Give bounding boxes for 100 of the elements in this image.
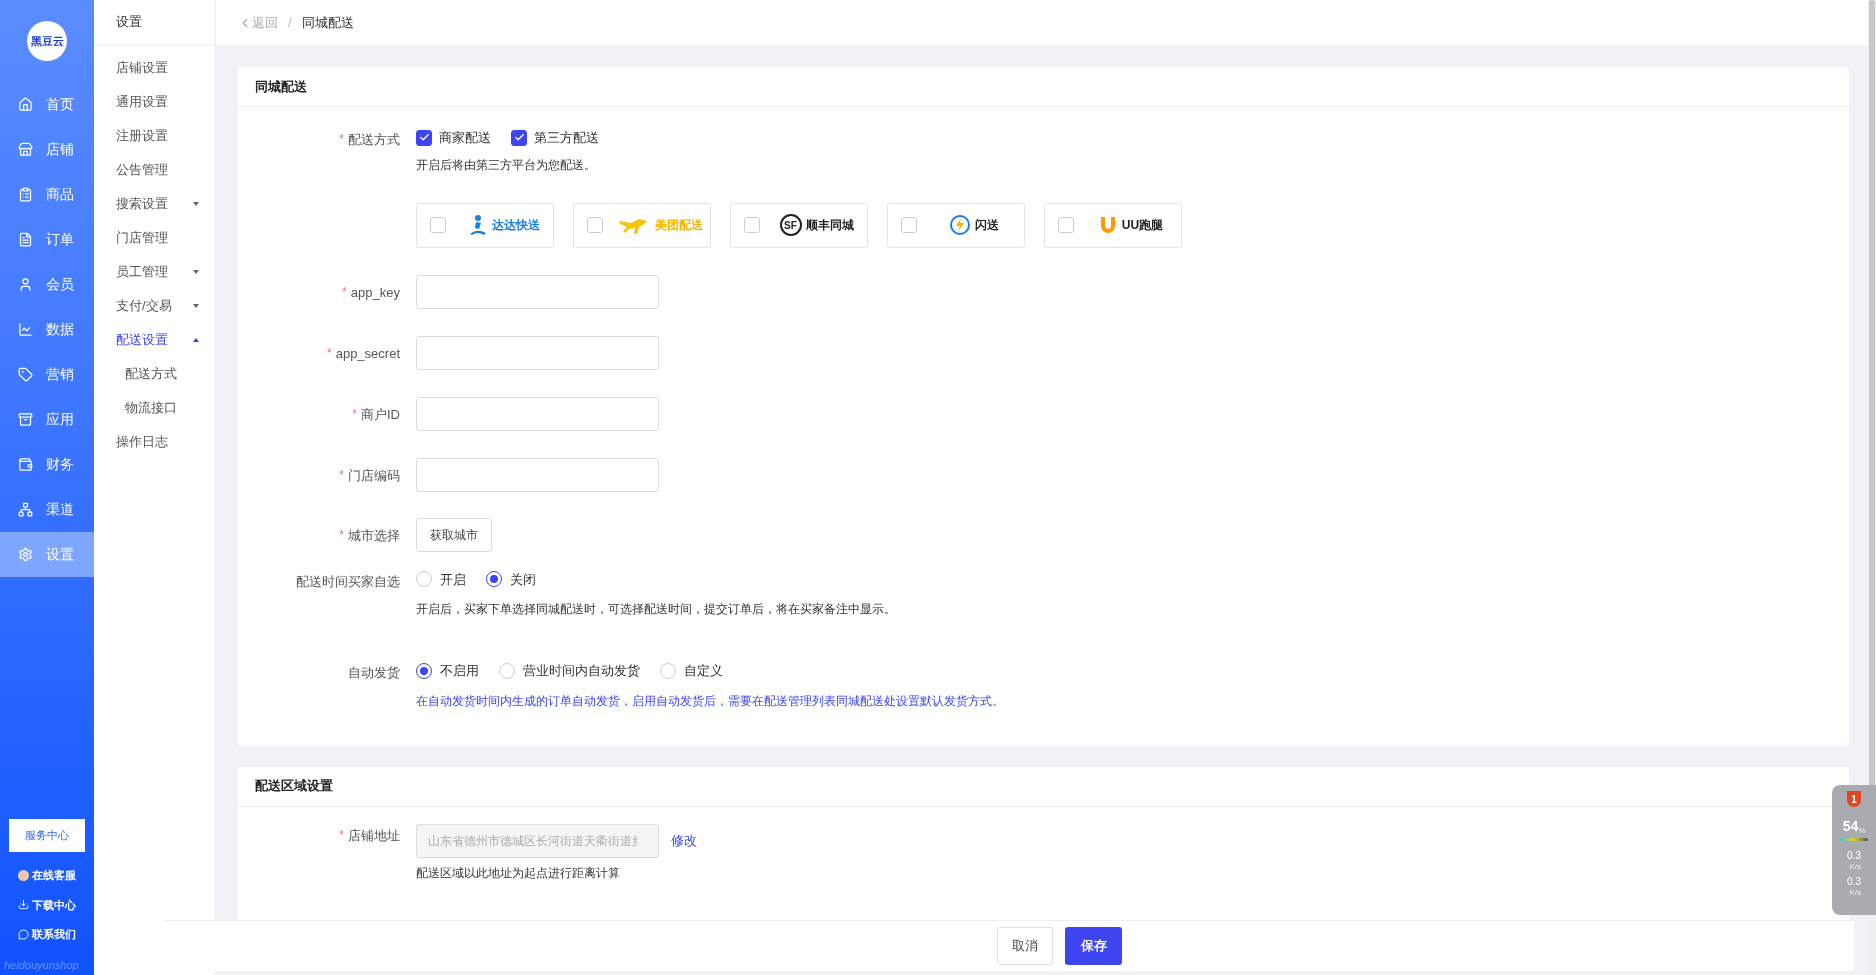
submenu-item[interactable]: 配送方式 [94, 357, 215, 391]
network-monitor-widget[interactable]: 1 54% 0.3 K/s 0.3 K/s [1832, 785, 1876, 915]
submenu-item[interactable]: 支付/交易 [94, 289, 215, 323]
shield-badge: 1 [1847, 791, 1861, 807]
network-icon [18, 502, 33, 517]
usage-bar-icon [1840, 838, 1868, 841]
input-field[interactable] [416, 396, 659, 431]
provider-name: 达达快送 [491, 217, 540, 234]
caret-down-icon [193, 202, 199, 206]
clipboard-icon [18, 187, 33, 202]
field-label: 自动发货 [348, 664, 400, 682]
provider-name: 顺丰同城 [805, 217, 854, 234]
home-icon [18, 97, 33, 112]
required-mark: * [339, 826, 344, 844]
sidebar-link[interactable]: 联系我们 [18, 926, 94, 943]
submenu-item[interactable]: 通用设置 [94, 85, 215, 119]
breadcrumb-separator: / [288, 13, 292, 32]
checkbox-label: 商家配送 [439, 129, 491, 147]
section-title: 同城配送 [255, 77, 307, 96]
submenu-title: 设置 [116, 13, 142, 32]
submenu-item[interactable]: 配送设置 [94, 323, 215, 357]
provider-name: UU跑腿 [1121, 217, 1164, 234]
field-label: 店铺地址 [348, 826, 400, 845]
nav-item[interactable]: 会员 [0, 262, 94, 307]
logo: 黑豆云 [27, 21, 67, 61]
chat-icon [18, 928, 29, 940]
required-mark: * [339, 131, 344, 148]
breadcrumb-current: 同城配送 [301, 13, 354, 32]
checkbox-label: 第三方配送 [534, 129, 599, 147]
radio-button[interactable] [416, 662, 432, 679]
submenu-item[interactable]: 店铺设置 [94, 51, 215, 85]
field-label: 配送时间买家自选 [296, 572, 400, 591]
checkbox[interactable] [511, 129, 527, 146]
caret-down-icon [193, 304, 199, 308]
upload-speed: 0.3 [1847, 851, 1861, 861]
sidebar-link[interactable]: 下载中心 [18, 896, 94, 913]
nav-item[interactable]: 营销 [0, 352, 94, 397]
input-field[interactable] [416, 274, 659, 309]
provider-option[interactable]: UU跑腿 [1044, 202, 1182, 248]
field-label: 配送方式 [348, 131, 400, 149]
sidebar-link[interactable]: 在线客服 [18, 867, 94, 884]
submenu-item[interactable]: 物流接口 [94, 391, 215, 425]
field-label: 商户ID [361, 405, 400, 424]
nav-item[interactable]: 数据 [0, 307, 94, 352]
checkbox[interactable] [416, 129, 432, 146]
submenu-item[interactable]: 搜索设置 [94, 187, 215, 221]
required-mark: * [352, 405, 357, 423]
edit-link[interactable]: 修改 [671, 830, 697, 851]
service-center-button[interactable]: 服务中心 [9, 819, 85, 852]
hint-text: 配送区域以此地址为起点进行距离计算 [416, 864, 621, 882]
footer-text: heidouyunshop [3, 957, 80, 973]
percent-unit: % [1858, 826, 1866, 837]
provider-option[interactable]: 达达快送 [416, 202, 554, 248]
nav-item[interactable]: 应用 [0, 397, 94, 442]
wallet-icon [18, 457, 33, 472]
cancel-button[interactable]: 取消 [997, 927, 1053, 965]
archive-icon [18, 412, 33, 427]
save-button[interactable]: 保存 [1065, 927, 1122, 965]
submenu-item[interactable]: 注册设置 [94, 119, 215, 153]
input-field[interactable] [416, 457, 659, 492]
document-icon [18, 232, 33, 247]
settings-icon [18, 547, 33, 562]
user-icon [18, 277, 33, 292]
radio-label: 不启用 [440, 662, 479, 680]
hint-text: 开启后将由第三方平台为您配送。 [416, 156, 597, 174]
caret-up-icon [193, 338, 199, 342]
chart-icon [18, 322, 33, 337]
field-label: app_key [350, 283, 400, 302]
nav-item[interactable]: 店铺 [0, 127, 94, 172]
submenu-item[interactable]: 门店管理 [94, 221, 215, 255]
required-mark: * [339, 466, 344, 484]
caret-down-icon [193, 270, 199, 274]
logo-badge: SF [779, 214, 802, 236]
speed-unit: K/s [1849, 889, 1861, 897]
submenu-item[interactable]: 公告管理 [94, 153, 215, 187]
provider-option[interactable]: 闪送 [887, 202, 1025, 248]
cpu-percent: 54 [1842, 817, 1859, 836]
nav-item[interactable]: 渠道 [0, 487, 94, 532]
radio-button[interactable] [486, 571, 502, 588]
store-icon [18, 142, 33, 157]
avatar-icon [18, 869, 29, 881]
speed-unit: K/s [1849, 863, 1861, 871]
required-mark: * [339, 526, 344, 544]
input-field[interactable] [416, 335, 659, 370]
provider-name: 美团配送 [654, 217, 703, 234]
download-icon [18, 899, 29, 911]
tag-icon [18, 367, 33, 382]
submenu-item[interactable]: 员工管理 [94, 255, 215, 289]
submenu-item[interactable]: 操作日志 [94, 425, 215, 459]
section-title: 配送区域设置 [255, 777, 333, 796]
nav-item[interactable]: 首页 [0, 82, 94, 127]
nav-item[interactable]: 商品 [0, 172, 94, 217]
nav-item[interactable]: 财务 [0, 442, 94, 487]
nav-item[interactable]: 订单 [0, 217, 94, 262]
provider-option[interactable]: SF 顺丰同城 [730, 202, 868, 248]
field-label: 门店编码 [348, 466, 400, 485]
get-city-button[interactable]: 获取城市 [416, 517, 492, 552]
radio-label: 自定义 [684, 662, 723, 680]
download-speed: 0.3 [1847, 877, 1861, 887]
radio-label: 关闭 [510, 570, 536, 589]
